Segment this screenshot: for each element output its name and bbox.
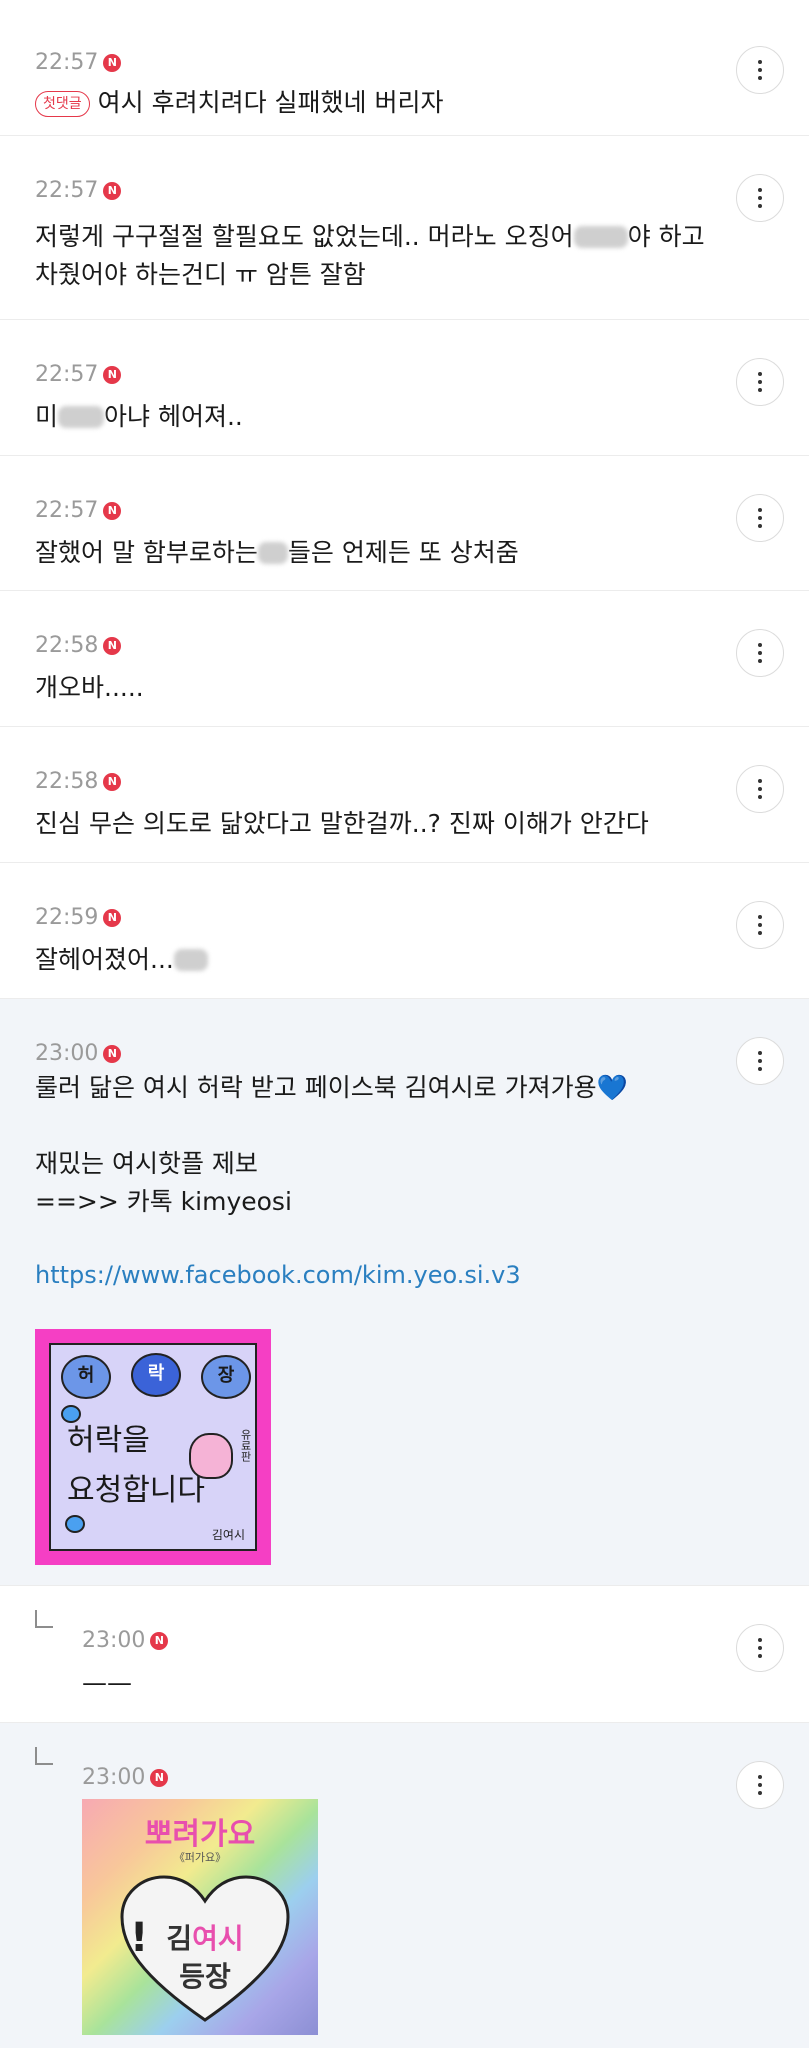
more-options-button[interactable] [736, 174, 784, 222]
comment-text: 개오바..... [35, 673, 144, 702]
comment-time: 22:59 N [35, 905, 122, 931]
comment-item: 22:57 N 저렇게 구구절절 할필요도 앖었는데.. 머라노 오징어 야 하고 … [0, 136, 809, 320]
new-badge-icon: N [103, 909, 122, 927]
small-heart-icon [65, 1515, 85, 1533]
comment-text: 첫댓글 여시 후려치려다 실패했네 버리자 [35, 84, 443, 122]
image-side-text: 유료판 [239, 1429, 252, 1462]
comment-item-author: 23:00 N 룰러 닮은 여시 허락 받고 페이스북 김여시로 가져가용💙 재밌… [0, 999, 809, 1586]
more-options-button[interactable] [736, 629, 784, 677]
more-options-button[interactable] [736, 494, 784, 542]
heart-shape: ! 김여시 등장 [120, 1875, 290, 2025]
small-heart-icon [61, 1405, 81, 1423]
comment-time: 22:57 N [35, 178, 122, 204]
comment-item: 22:57 N 첫댓글 여시 후려치려다 실패했네 버리자 [0, 8, 809, 136]
new-badge-icon: N [103, 637, 122, 655]
reply-arrow-icon [35, 1610, 53, 1628]
comment-item: 22:57 N 잘했어 말 함부로하는 들은 언제든 또 상처줌 [0, 456, 809, 591]
more-options-button[interactable] [736, 46, 784, 94]
reply-item-author: 23:00 N 뽀려가요 《퍼가요》 ! 김여시 등장 [0, 1723, 809, 2048]
more-options-button[interactable] [736, 765, 784, 813]
comment-item: 22:57 N 미 아냐 헤어져.. [0, 320, 809, 456]
more-options-button[interactable] [736, 1624, 784, 1672]
comment-item: 22:58 N 진심 무슨 의도로 닮았다고 말한걸까..? 진짜 이해가 안간다 [0, 727, 809, 863]
new-badge-icon: N [103, 182, 122, 200]
comment-text: 잘헤어졌어... [35, 941, 208, 979]
new-badge-icon: N [150, 1769, 169, 1787]
comment-text: 미 아냐 헤어져.. [35, 402, 243, 431]
comment-time: 23:00 N [35, 1041, 122, 1067]
new-badge-icon: N [103, 366, 122, 384]
repost-sticker-image[interactable]: 뽀려가요 《퍼가요》 ! 김여시 등장 [82, 1799, 318, 2035]
sticker-line: 김여시 [166, 1922, 244, 1955]
comment-item: 22:58 N 개오바..... [0, 591, 809, 727]
more-options-button[interactable] [736, 358, 784, 406]
comment-text: —— [82, 1668, 132, 1697]
comment-time: 22:57 N [35, 50, 122, 76]
comment-item: 22:59 N 잘헤어졌어... [0, 863, 809, 999]
sticker-subtitle: 《퍼가요》 [173, 1851, 227, 1864]
heart-bubble: 락 [131, 1353, 181, 1397]
new-badge-icon: N [103, 54, 122, 72]
facebook-link[interactable]: https://www.facebook.com/kim.yeo.si.v3 [35, 1261, 521, 1289]
comment-text: 저렇게 구구절절 할필요도 앖었는데.. 머라노 오징어 야 하고 차줬어야 하는… [35, 222, 705, 289]
image-signature: 김여시 [211, 1528, 245, 1542]
comment-time: 22:57 N [35, 498, 122, 524]
image-text-line: 허락을 [67, 1423, 150, 1458]
sticker-title: 뽀려가요 [144, 1817, 256, 1852]
more-options-button[interactable] [736, 901, 784, 949]
cat-character-icon [189, 1433, 233, 1479]
comment-time: 22:58 N [35, 633, 122, 659]
more-options-button[interactable] [736, 1761, 784, 1809]
blurred-text [257, 542, 288, 564]
blurred-text [573, 226, 628, 248]
blurred-text [58, 406, 105, 428]
comment-time: 22:58 N [35, 769, 122, 795]
comment-time: 22:57 N [35, 362, 122, 388]
blurred-text [173, 949, 208, 971]
heart-bubble: 허 [61, 1355, 111, 1399]
comment-text: 룰러 닮은 여시 허락 받고 페이스북 김여시로 가져가용💙 재밌는 여시핫플 … [35, 1073, 628, 1216]
new-badge-icon: N [150, 1632, 169, 1650]
new-badge-icon: N [103, 502, 122, 520]
first-comment-badge: 첫댓글 [35, 91, 90, 117]
heart-bubble: 장 [201, 1355, 251, 1399]
reply-item: 23:00 N —— [0, 1586, 809, 1723]
comment-time: 23:00 N [82, 1765, 169, 1791]
sticker-line: 등장 [179, 1960, 231, 1993]
blue-heart-icon: 💙 [596, 1073, 628, 1102]
new-badge-icon: N [103, 1045, 122, 1063]
reply-arrow-icon [35, 1747, 53, 1765]
comment-text: 진심 무슨 의도로 닮았다고 말한걸까..? 진짜 이해가 안간다 [35, 809, 649, 838]
comment-time: 23:00 N [82, 1628, 169, 1654]
new-badge-icon: N [103, 773, 122, 791]
permission-request-image[interactable]: 허 락 장 허락을 요청합니다 유료판 김여시 [35, 1329, 271, 1565]
more-options-button[interactable] [736, 1037, 784, 1085]
image-text-line: 요청합니다 [67, 1473, 205, 1508]
comment-text: 잘했어 말 함부로하는 들은 언제든 또 상처줌 [35, 538, 519, 567]
